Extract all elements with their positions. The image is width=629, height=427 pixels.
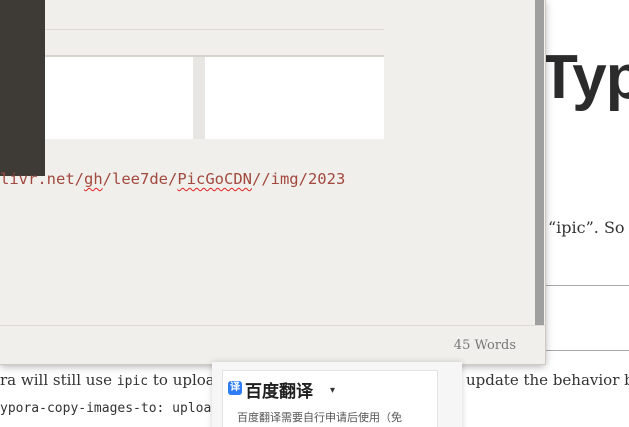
- dark-panel: [0, 0, 45, 176]
- translate-note: 百度翻译需要自行申请后使用（免: [237, 411, 402, 424]
- image-url-text[interactable]: livr.net/gh/lee7de/PicGoCDN//img/2023: [0, 170, 345, 188]
- screen: Typo “ipic”. So ra will still use ipic t…: [0, 0, 629, 427]
- code-block-line: ypora-copy-images-to: uploa: [0, 401, 212, 416]
- url-fragment: /lee7de/: [102, 170, 178, 188]
- table-column-divider: [193, 57, 205, 139]
- image-preview-table: [45, 55, 384, 139]
- translate-title: 百度翻译: [245, 382, 313, 402]
- divider: [45, 29, 384, 30]
- document-divider: [544, 285, 629, 286]
- translate-card[interactable]: 译 百度翻译 ▾ 百度翻译需要自行申请后使用（免: [222, 370, 438, 427]
- document-divider: [544, 350, 629, 351]
- vertical-scrollbar[interactable]: [535, 0, 544, 325]
- text-fragment: ra will still use: [0, 371, 117, 389]
- status-bar: 45 Words: [0, 325, 545, 364]
- translate-popup: 译 百度翻译 ▾ 百度翻译需要自行申请后使用（免: [212, 362, 462, 427]
- text-fragment: to uploa: [148, 371, 215, 389]
- document-paragraph-line: ra will still use ipic to uploa: [0, 371, 215, 389]
- inline-code: ipic: [116, 374, 149, 389]
- url-fragment-misspelled: gh: [84, 170, 103, 188]
- url-fragment: //img/2023: [251, 170, 346, 188]
- url-fragment-misspelled: PicGoCDN: [177, 170, 252, 188]
- document-title: Typo: [540, 43, 629, 112]
- url-fragment: livr.net/: [0, 170, 84, 188]
- document-paragraph-fragment: “ipic”. So: [548, 218, 625, 237]
- editor-window[interactable]: livr.net/gh/lee7de/PicGoCDN//img/2023 45…: [0, 0, 546, 365]
- chevron-down-icon[interactable]: ▾: [330, 385, 335, 396]
- document-paragraph-line-right: update the behavior b: [466, 371, 629, 389]
- translate-icon: 译: [228, 381, 242, 395]
- word-count[interactable]: 45 Words: [454, 338, 516, 353]
